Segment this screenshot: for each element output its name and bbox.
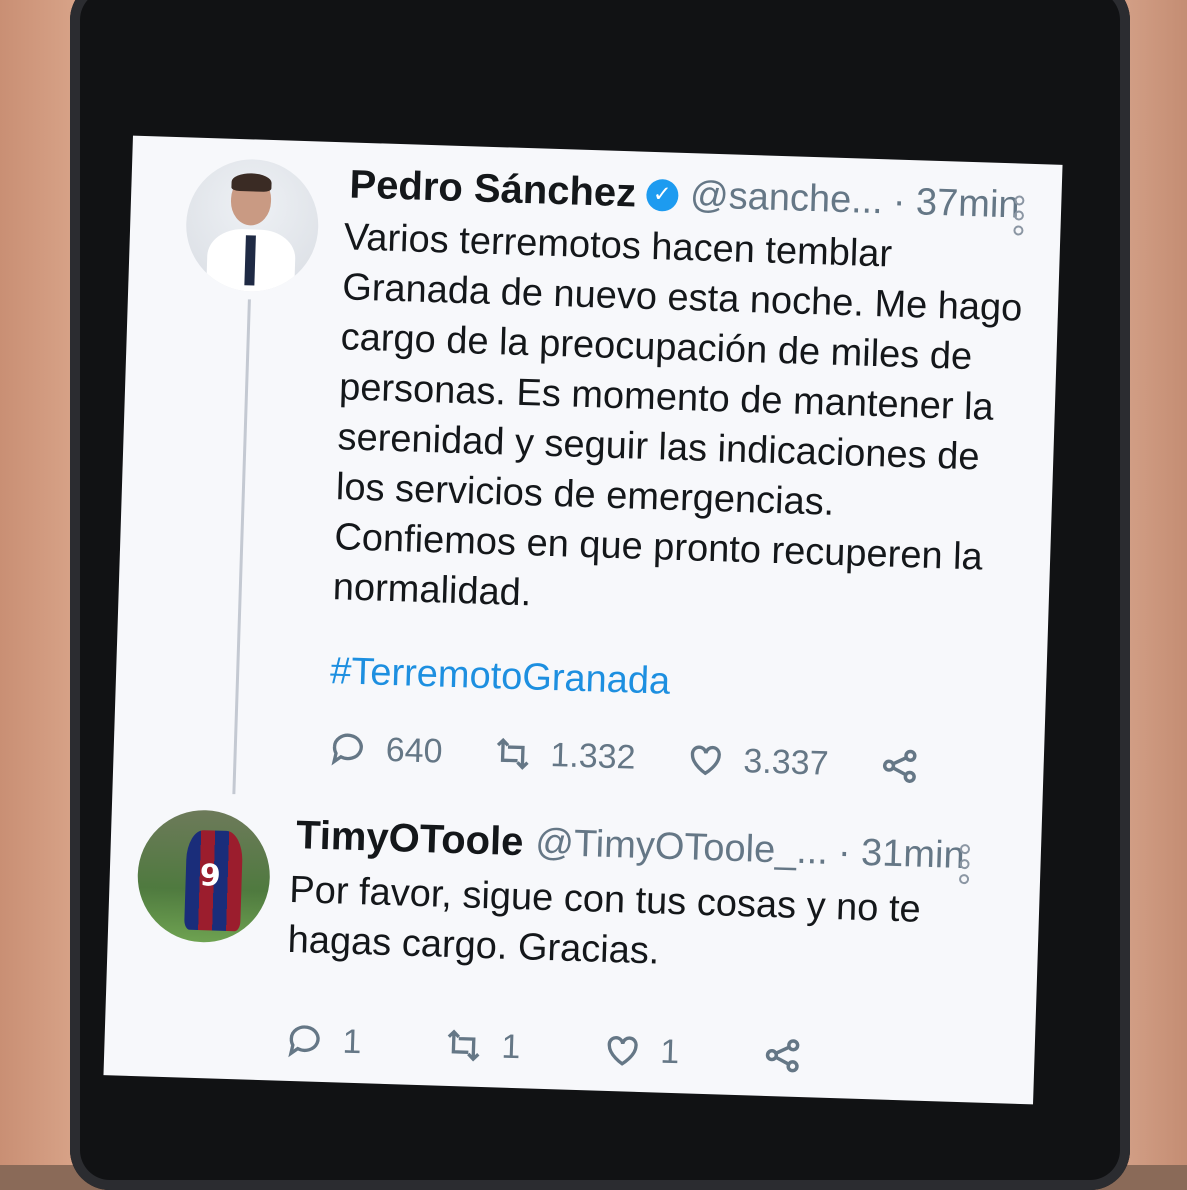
handle[interactable]: @TimyOToole_...: [535, 822, 829, 874]
tweet-actions: 640 1.332 3.337: [327, 727, 989, 790]
heart-icon: [607, 1036, 638, 1066]
thread-line: [232, 299, 251, 795]
tweet-text: Por favor, sigue con tus cosas y no te h…: [287, 868, 922, 973]
verified-icon: ✓: [645, 178, 679, 212]
tweet-text: Varios terremotos hacen temblar Granada …: [332, 216, 1023, 615]
reply-icon: [331, 733, 363, 766]
reply-count: 640: [385, 730, 444, 771]
retweet-button[interactable]: 1.332: [492, 733, 636, 777]
display-name[interactable]: TimyOToole: [295, 813, 524, 865]
share-icon: [765, 1039, 800, 1073]
like-count: 1: [659, 1032, 680, 1071]
reply-count: 1: [342, 1022, 363, 1061]
tweet-actions: 1 1 1: [284, 1019, 904, 1080]
avatar[interactable]: 9: [135, 808, 272, 945]
retweet-icon: [447, 1029, 480, 1062]
like-button[interactable]: 1: [602, 1030, 680, 1072]
retweet-count: 1.332: [549, 735, 637, 777]
phone-screen: Pedro Sánchez ✓ @sanche... · 37min Vario…: [103, 135, 1063, 1105]
main-tweet[interactable]: Pedro Sánchez ✓ @sanche... · 37min Vario…: [113, 136, 1063, 815]
share-icon: [882, 749, 917, 783]
reply-icon: [288, 1025, 320, 1058]
reply-tweet[interactable]: 9 TimyOToole @TimyOToole_... · 31min Por…: [103, 795, 1041, 1104]
heart-icon: [690, 745, 721, 776]
reply-button[interactable]: 1: [284, 1020, 362, 1062]
timestamp[interactable]: · 37min: [892, 181, 1020, 228]
like-count: 3.337: [742, 741, 830, 783]
handle[interactable]: @sanche...: [689, 174, 884, 223]
reply-button[interactable]: 640: [327, 728, 443, 772]
retweet-icon: [496, 737, 529, 770]
share-button[interactable]: [878, 744, 939, 788]
more-options-icon[interactable]: [1010, 195, 1027, 236]
avatar[interactable]: [184, 157, 321, 294]
more-options-icon[interactable]: [956, 843, 973, 885]
display-name[interactable]: Pedro Sánchez: [349, 162, 637, 216]
retweet-count: 1: [500, 1027, 522, 1066]
timestamp[interactable]: · 31min: [837, 831, 965, 878]
retweet-button[interactable]: 1: [443, 1025, 521, 1067]
hashtag-link[interactable]: #TerremotoGranada: [330, 650, 671, 704]
share-button[interactable]: [761, 1034, 822, 1078]
like-button[interactable]: 3.337: [685, 739, 829, 783]
